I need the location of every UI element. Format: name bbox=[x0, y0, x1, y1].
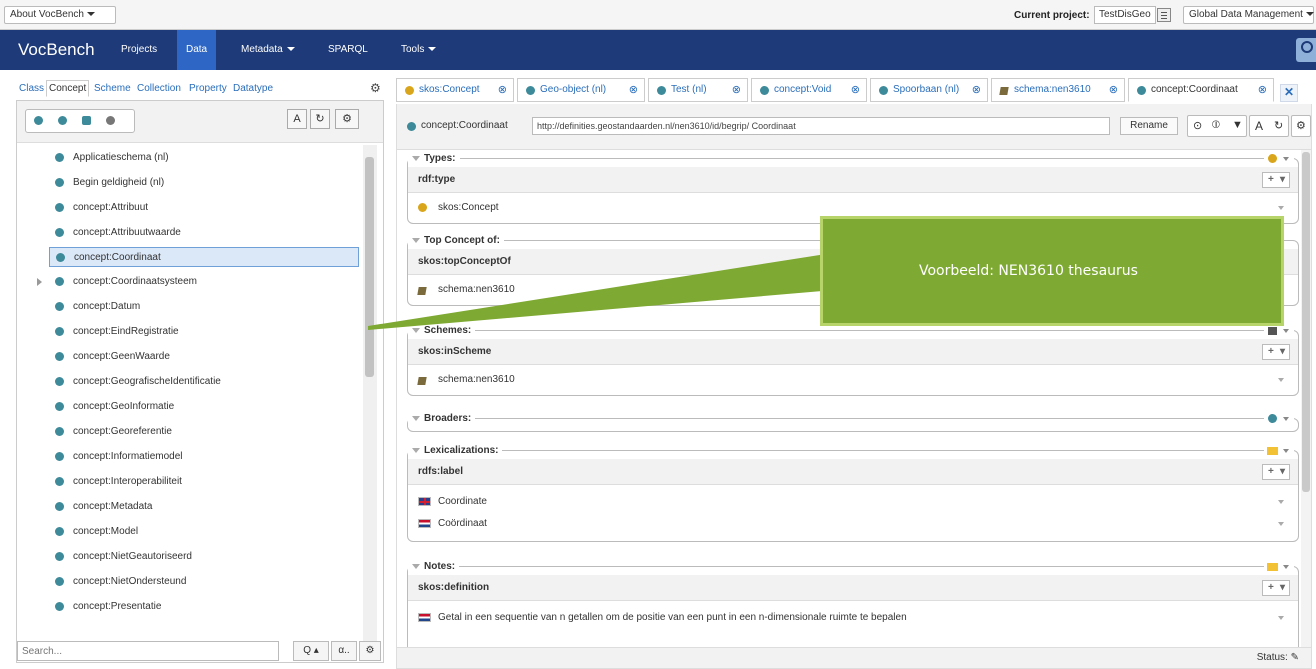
callout-box: Voorbeeld: NEN3610 thesaurus bbox=[820, 216, 1284, 326]
callout-text: Voorbeeld: NEN3610 thesaurus bbox=[919, 263, 1138, 279]
callout-pointer-shape bbox=[368, 254, 834, 330]
callout-pointer bbox=[368, 254, 834, 330]
